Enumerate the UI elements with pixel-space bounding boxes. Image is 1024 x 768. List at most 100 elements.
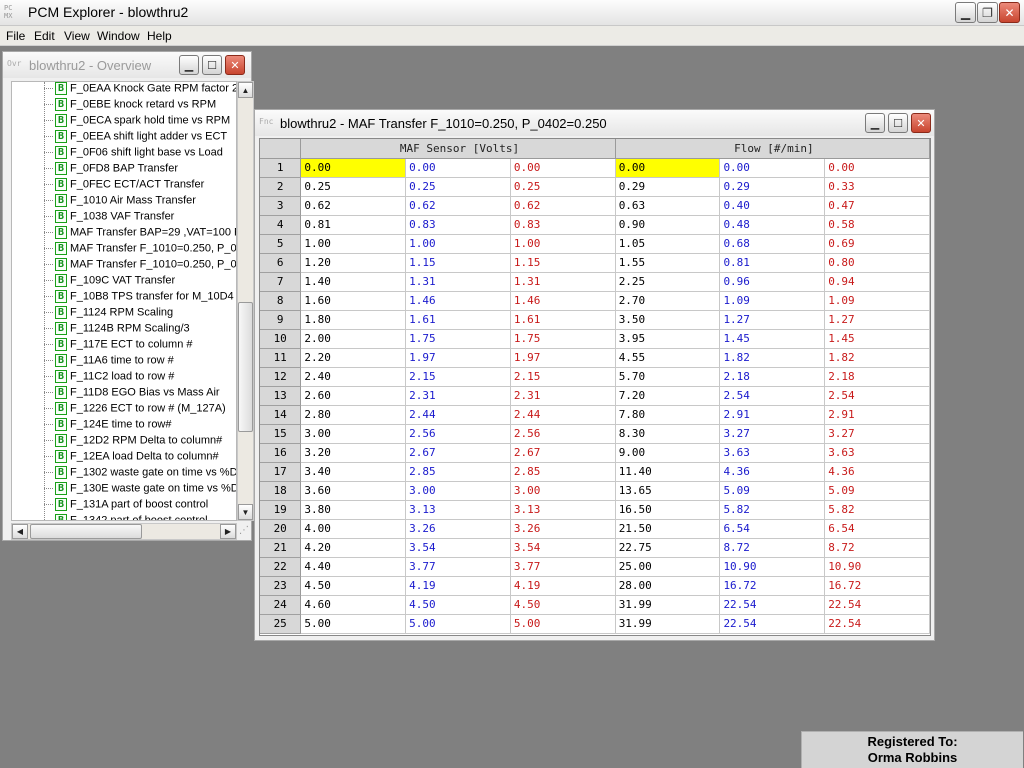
tree-item[interactable]: B F_1302 waste gate on time vs %D [44, 466, 236, 482]
table-cell[interactable]: 3.26 [405, 519, 511, 539]
table-cell[interactable]: 1.09 [719, 291, 826, 311]
tree-item[interactable]: B MAF Transfer F_1010=0.250, P_0 [44, 242, 236, 258]
restore-button[interactable]: ❐ [977, 2, 998, 23]
table-cell[interactable]: 3.95 [615, 329, 721, 349]
table-cell[interactable]: 6.54 [824, 519, 930, 539]
table-cell[interactable]: 3.13 [510, 500, 616, 520]
table-cell[interactable]: 0.00 [615, 158, 721, 178]
table-cell[interactable]: 5.00 [300, 614, 407, 634]
table-cell[interactable]: 1.45 [719, 329, 826, 349]
table-cell[interactable]: 1.20 [300, 253, 407, 273]
table-cell[interactable]: 6.54 [719, 519, 826, 539]
table-cell[interactable]: 2.60 [300, 386, 407, 406]
table-cell[interactable]: 1.40 [300, 272, 407, 292]
table-cell[interactable]: 0.00 [300, 158, 407, 178]
table-cell[interactable]: 10.90 [719, 557, 826, 577]
table-cell[interactable]: 1.61 [405, 310, 511, 330]
table-cell[interactable]: 1.00 [405, 234, 511, 254]
maf-maximize-button[interactable]: ☐ [888, 113, 908, 133]
table-cell[interactable]: 22.54 [719, 614, 826, 634]
table-cell[interactable]: 2.67 [405, 443, 511, 463]
table-cell[interactable]: 4.19 [510, 576, 616, 596]
tree-item[interactable]: B F_11C2 load to row # [44, 370, 174, 386]
table-cell[interactable]: 3.27 [824, 424, 930, 444]
tree-item[interactable]: B F_131A part of boost control [44, 498, 208, 514]
table-cell[interactable]: 3.60 [300, 481, 407, 501]
row-header[interactable]: 25 [260, 614, 302, 634]
maf-window-titlebar[interactable]: Fnc blowthru2 - MAF Transfer F_1010=0.25… [255, 110, 934, 136]
table-cell[interactable]: 0.25 [510, 177, 616, 197]
table-cell[interactable]: 2.91 [824, 405, 930, 425]
overview-vertical-scrollbar[interactable]: ▲ ▼ [237, 81, 254, 521]
table-cell[interactable]: 0.63 [615, 196, 721, 216]
row-header[interactable]: 20 [260, 519, 302, 539]
table-cell[interactable]: 3.77 [510, 557, 616, 577]
table-cell[interactable]: 1.09 [824, 291, 930, 311]
table-cell[interactable]: 3.00 [300, 424, 407, 444]
table-cell[interactable]: 4.36 [719, 462, 826, 482]
table-cell[interactable]: 2.85 [405, 462, 511, 482]
table-cell[interactable]: 21.50 [615, 519, 721, 539]
table-cell[interactable]: 7.20 [615, 386, 721, 406]
row-header[interactable]: 16 [260, 443, 302, 463]
table-cell[interactable]: 7.80 [615, 405, 721, 425]
table-cell[interactable]: 3.00 [405, 481, 511, 501]
table-cell[interactable]: 1.45 [824, 329, 930, 349]
table-cell[interactable]: 5.09 [824, 481, 930, 501]
tree-item[interactable]: B F_1124 RPM Scaling [44, 306, 173, 322]
table-cell[interactable]: 22.54 [719, 595, 826, 615]
table-cell[interactable]: 5.00 [405, 614, 511, 634]
tree-item[interactable]: B F_0FEC ECT/ACT Transfer [44, 178, 204, 194]
tree-item[interactable]: B F_124E time to row# [44, 418, 172, 434]
table-cell[interactable]: 1.27 [719, 310, 826, 330]
table-cell[interactable]: 0.29 [719, 177, 826, 197]
table-cell[interactable]: 5.70 [615, 367, 721, 387]
menu-file[interactable]: File [6, 29, 25, 43]
table-cell[interactable]: 0.00 [405, 158, 511, 178]
table-cell[interactable]: 2.85 [510, 462, 616, 482]
table-cell[interactable]: 3.50 [615, 310, 721, 330]
table-cell[interactable]: 2.56 [405, 424, 511, 444]
table-cell[interactable]: 1.97 [510, 348, 616, 368]
table-cell[interactable]: 5.82 [824, 500, 930, 520]
tree-item[interactable]: B F_12EA load Delta to column# [44, 450, 219, 466]
table-cell[interactable]: 1.82 [719, 348, 826, 368]
row-header[interactable]: 4 [260, 215, 302, 235]
row-header[interactable]: 14 [260, 405, 302, 425]
table-cell[interactable]: 8.72 [824, 538, 930, 558]
table-cell[interactable]: 0.81 [719, 253, 826, 273]
row-header[interactable]: 22 [260, 557, 302, 577]
menu-view[interactable]: View [64, 29, 90, 43]
table-cell[interactable]: 13.65 [615, 481, 721, 501]
overview-tree[interactable]: B F_0EAA Knock Gate RPM factor 2 B F_0EBE k… [11, 81, 237, 521]
table-cell[interactable]: 4.40 [300, 557, 407, 577]
table-cell[interactable]: 2.44 [510, 405, 616, 425]
table-cell[interactable]: 0.62 [510, 196, 616, 216]
table-cell[interactable]: 0.94 [824, 272, 930, 292]
table-cell[interactable]: 2.31 [405, 386, 511, 406]
maf-minimize-button[interactable]: ▁ [865, 113, 885, 133]
table-cell[interactable]: 2.25 [615, 272, 721, 292]
table-cell[interactable]: 1.61 [510, 310, 616, 330]
table-cell[interactable]: 1.75 [510, 329, 616, 349]
tree-item[interactable]: B F_1342 part of boost control [44, 514, 208, 520]
table-cell[interactable]: 1.97 [405, 348, 511, 368]
table-cell[interactable]: 5.09 [719, 481, 826, 501]
table-cell[interactable]: 2.80 [300, 405, 407, 425]
table-cell[interactable]: 0.83 [405, 215, 511, 235]
table-cell[interactable]: 1.05 [615, 234, 721, 254]
table-cell[interactable]: 0.81 [300, 215, 407, 235]
table-cell[interactable]: 4.50 [300, 576, 407, 596]
table-cell[interactable]: 3.27 [719, 424, 826, 444]
table-cell[interactable]: 2.56 [510, 424, 616, 444]
table-cell[interactable]: 8.30 [615, 424, 721, 444]
table-cell[interactable]: 2.54 [824, 386, 930, 406]
table-cell[interactable]: 1.55 [615, 253, 721, 273]
tree-item[interactable]: B F_0EEA shift light adder vs ECT [44, 130, 227, 146]
menu-edit[interactable]: Edit [34, 29, 55, 43]
tree-item[interactable]: B F_0ECA spark hold time vs RPM [44, 114, 230, 130]
table-cell[interactable]: 2.18 [824, 367, 930, 387]
table-cell[interactable]: 0.25 [405, 177, 511, 197]
table-cell[interactable]: 2.67 [510, 443, 616, 463]
tree-item[interactable]: B MAF Transfer F_1010=0.250, P_0 [44, 258, 236, 274]
